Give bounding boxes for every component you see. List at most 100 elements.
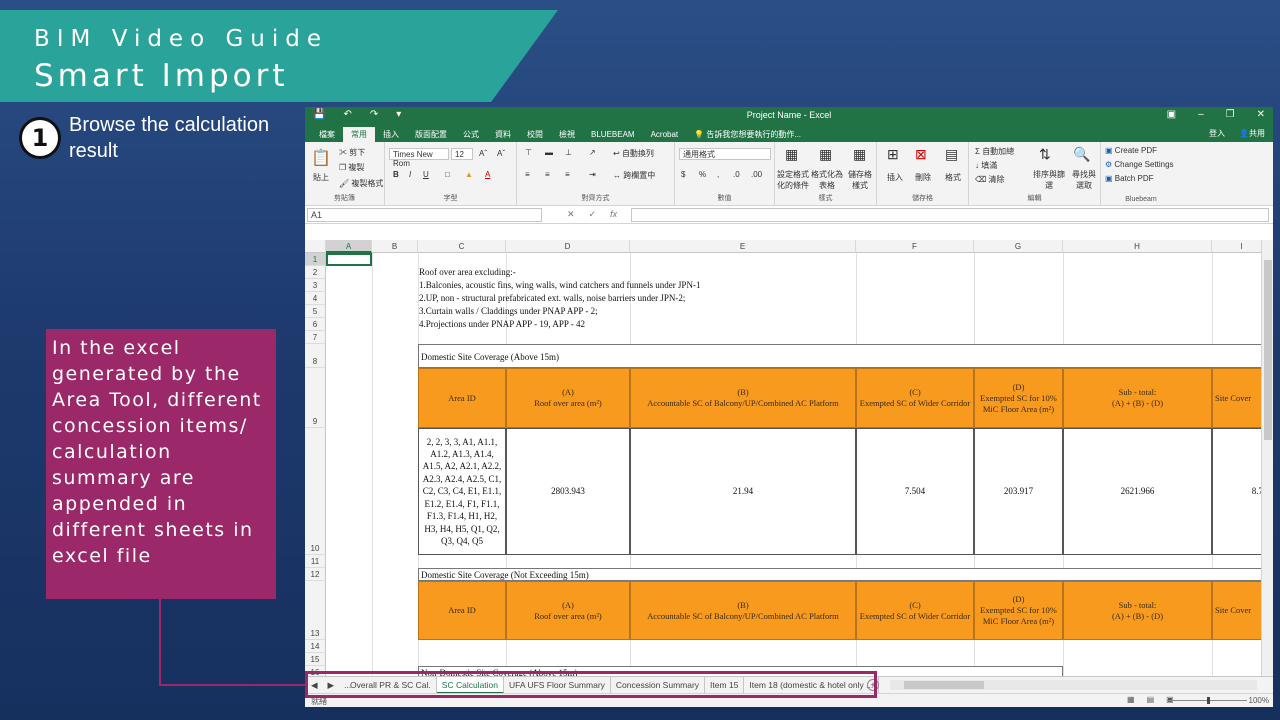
italic-icon[interactable]: I — [409, 170, 411, 179]
normal-view-icon[interactable]: ▦ — [1127, 695, 1135, 704]
merge-center-button[interactable]: ↔ 跨欄置中 — [613, 170, 655, 181]
row-header[interactable]: 10 — [305, 428, 326, 555]
column-header[interactable]: G — [974, 240, 1063, 253]
row-header[interactable]: 7 — [305, 331, 326, 344]
worksheet-grid[interactable]: A B C D E F G H I 1 2 3 4 5 6 7 8 9 10 1… — [305, 240, 1261, 676]
row-header[interactable]: 9 — [305, 368, 326, 428]
grow-font-icon[interactable]: Aˆ — [479, 149, 487, 158]
row-header[interactable]: 3 — [305, 279, 326, 292]
column-header[interactable]: I — [1212, 240, 1261, 253]
batch-pdf-button[interactable]: ▣ Batch PDF — [1105, 174, 1153, 183]
orientation-icon[interactable]: ↗ — [589, 148, 596, 157]
delete-cells-button[interactable]: 刪除 — [915, 172, 931, 183]
tab-formulas[interactable]: 公式 — [455, 127, 487, 142]
percent-icon[interactable]: % — [699, 170, 706, 179]
enter-icon[interactable]: ✓ — [589, 209, 597, 220]
row-header[interactable]: 15 — [305, 653, 326, 666]
font-name-select[interactable]: Times New Rom — [389, 148, 449, 168]
minimize-icon[interactable]: – — [1198, 109, 1204, 120]
vertical-scrollbar[interactable] — [1261, 240, 1273, 680]
scroll-thumb[interactable] — [904, 681, 984, 689]
row-header[interactable]: 8 — [305, 344, 326, 368]
delete-cells-icon[interactable]: ⊠ — [915, 146, 927, 163]
column-header[interactable]: D — [506, 240, 630, 253]
column-header[interactable]: A — [326, 240, 372, 253]
align-right-icon[interactable]: ≡ — [565, 170, 570, 179]
zoom-slider-knob[interactable] — [1207, 697, 1210, 704]
format-as-table-button[interactable]: 格式化為表格 — [811, 169, 843, 191]
align-middle-icon[interactable]: ▬ — [545, 148, 553, 157]
site-cover-cell[interactable]: 8.7 — [1212, 428, 1261, 555]
restore-icon[interactable]: ❐ — [1226, 109, 1235, 120]
number-format-select[interactable]: 通用格式 — [679, 148, 771, 160]
indent-icon[interactable]: ⇥ — [589, 170, 596, 179]
formula-input[interactable] — [631, 208, 1269, 222]
cell-styles-icon[interactable]: ▦ — [853, 146, 866, 163]
exempted-sc-cell[interactable]: 7.504 — [856, 428, 974, 555]
paste-icon[interactable]: 📋 — [311, 148, 331, 168]
format-table-icon[interactable]: ▦ — [819, 146, 832, 163]
tab-page-layout[interactable]: 版面配置 — [407, 127, 455, 142]
area-id-cell[interactable]: 2, 2, 3, 3, A1, A1.1, A1.2, A1.3, A1.4, … — [418, 428, 506, 555]
cut-button[interactable]: ✂ 剪下 — [339, 147, 365, 158]
row-header[interactable]: 11 — [305, 555, 326, 568]
create-pdf-button[interactable]: ▣ Create PDF — [1105, 146, 1157, 155]
bold-icon[interactable]: B — [393, 170, 399, 179]
tab-view[interactable]: 檢視 — [551, 127, 583, 142]
conditional-format-button[interactable]: 設定格式化的條件 — [777, 169, 809, 191]
select-all-corner[interactable] — [305, 240, 326, 253]
align-center-icon[interactable]: ≡ — [545, 170, 550, 179]
column-header[interactable]: B — [372, 240, 418, 253]
scroll-thumb[interactable] — [1264, 260, 1272, 440]
sign-in-link[interactable]: 登入 — [1209, 128, 1225, 139]
row-header[interactable]: 14 — [305, 640, 326, 653]
change-settings-button[interactable]: ⚙ Change Settings — [1105, 160, 1174, 169]
currency-icon[interactable]: $ — [681, 170, 685, 179]
align-top-icon[interactable]: ⊤ — [525, 148, 532, 157]
page-layout-icon[interactable]: ▤ — [1147, 695, 1155, 704]
row-header[interactable]: 4 — [305, 292, 326, 305]
insert-cells-icon[interactable]: ⊞ — [887, 146, 899, 163]
row-header[interactable]: 5 — [305, 305, 326, 318]
conditional-format-icon[interactable]: ▦ — [785, 146, 798, 163]
subtotal-cell[interactable]: 2621.966 — [1063, 428, 1212, 555]
tab-acrobat[interactable]: Acrobat — [643, 127, 687, 142]
row-header[interactable]: 6 — [305, 318, 326, 331]
accountable-sc-cell[interactable]: 21.94 — [630, 428, 856, 555]
row-header[interactable]: 1 — [305, 253, 326, 266]
sort-filter-icon[interactable]: ⇅ — [1039, 146, 1051, 163]
format-cells-button[interactable]: 格式 — [945, 172, 961, 183]
comma-icon[interactable]: , — [717, 170, 719, 179]
fill-button[interactable]: ↓ 填滿 — [975, 160, 997, 171]
autosum-button[interactable]: Σ 自動加總 — [975, 146, 1014, 157]
row-header[interactable]: 12 — [305, 568, 326, 581]
zoom-level[interactable]: 100% — [1249, 696, 1269, 705]
format-painter-button[interactable]: 🖌 複製格式 — [339, 178, 383, 189]
tab-bluebeam[interactable]: BLUEBEAM — [583, 127, 643, 142]
font-size-select[interactable]: 12 — [451, 148, 473, 160]
paste-label[interactable]: 貼上 — [313, 172, 329, 183]
find-select-icon[interactable]: 🔍 — [1073, 146, 1090, 163]
row-header[interactable]: 2 — [305, 266, 326, 279]
close-icon[interactable]: ✕ — [1257, 109, 1265, 120]
exempted-mic-cell[interactable]: 203.917 — [974, 428, 1063, 555]
column-header[interactable]: C — [418, 240, 506, 253]
tell-me-box[interactable]: 💡 告訴我您想要執行的動作... — [686, 127, 809, 142]
decrease-decimal-icon[interactable]: .00 — [751, 170, 762, 179]
clear-button[interactable]: ⌫ 清除 — [975, 174, 1005, 185]
share-button[interactable]: 👤共用 — [1239, 128, 1265, 139]
font-color-icon[interactable]: A — [485, 170, 490, 179]
cancel-icon[interactable]: ✕ — [567, 209, 575, 220]
column-header[interactable]: H — [1063, 240, 1212, 253]
roof-area-cell[interactable]: 2803.943 — [506, 428, 630, 555]
horizontal-scrollbar[interactable] — [890, 680, 1257, 690]
name-box[interactable]: A1 — [307, 208, 542, 222]
insert-cells-button[interactable]: 插入 — [887, 172, 903, 183]
border-icon[interactable]: □ — [445, 170, 450, 179]
copy-button[interactable]: ❐ 複製 — [339, 162, 364, 173]
shrink-font-icon[interactable]: Aˇ — [497, 149, 505, 158]
tab-file[interactable]: 檔案 — [311, 127, 343, 142]
tab-review[interactable]: 校閱 — [519, 127, 551, 142]
tab-insert[interactable]: 插入 — [375, 127, 407, 142]
find-select-button[interactable]: 尋找與選取 — [1069, 169, 1099, 191]
